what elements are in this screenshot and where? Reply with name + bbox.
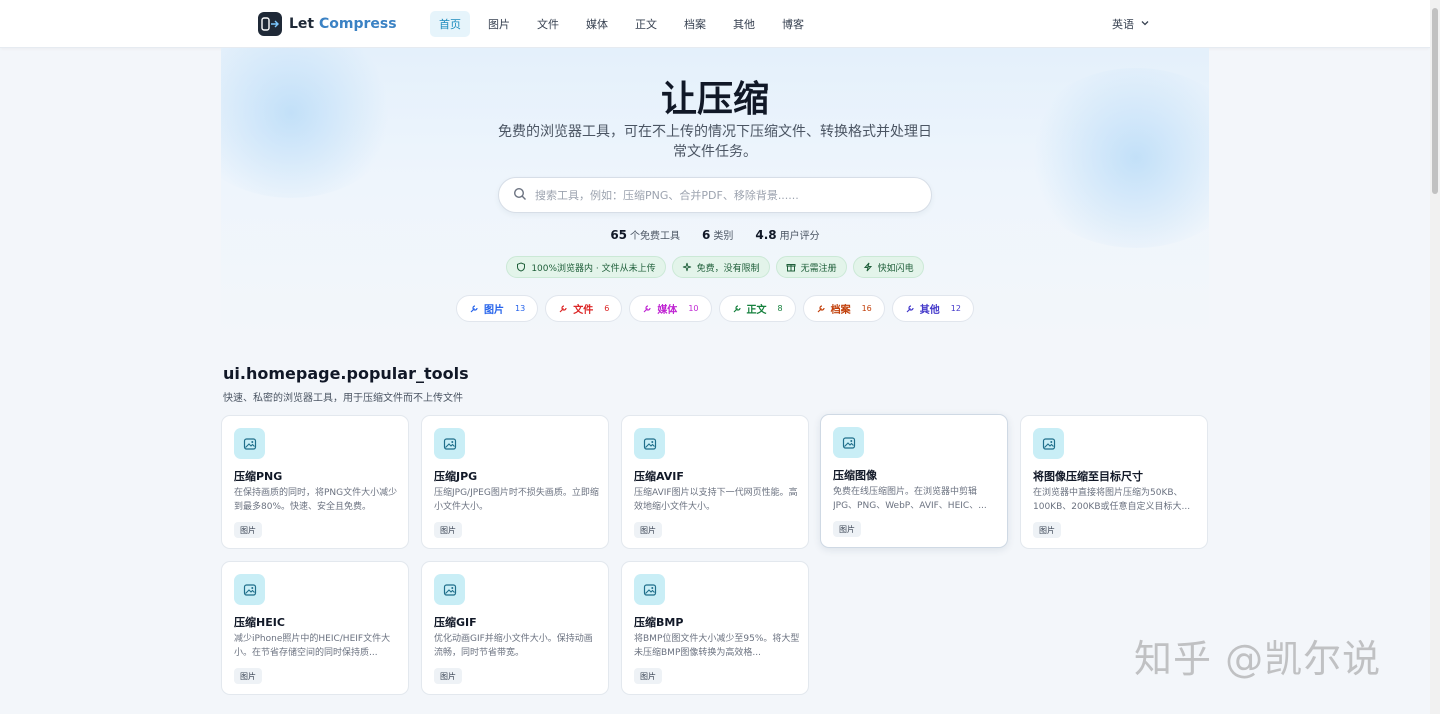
tool-card-title: 压缩BMP bbox=[634, 616, 684, 629]
category-other[interactable]: 其他 12 bbox=[891, 295, 974, 322]
section-title: ui.homepage.popular_tools bbox=[223, 364, 469, 383]
tool-card-tag: 图片 bbox=[234, 522, 262, 538]
nav-other[interactable]: 其他 bbox=[724, 11, 764, 37]
watermark-text: 知乎 @凯尔说 bbox=[1134, 637, 1382, 681]
logo-icon bbox=[258, 12, 282, 36]
tool-search-box[interactable] bbox=[498, 177, 932, 213]
tool-card-description: 压缩AVIF图片以支持下一代网页性能。高效地缩小文件大小。 bbox=[634, 488, 798, 512]
category-media[interactable]: 媒体 10 bbox=[629, 295, 712, 322]
section-subtitle: 快速、私密的浏览器工具，用于压缩文件而不上传文件 bbox=[223, 393, 463, 404]
tool-card-compress-avif[interactable]: 压缩AVIF 压缩AVIF图片以支持下一代网页性能。高效地缩小文件大小。 图片 bbox=[621, 415, 809, 549]
language-selector[interactable]: 英语 bbox=[1112, 16, 1150, 32]
tool-card-description: 将BMP位图文件大小减少至95%。将大型未压缩BMP图像转换为高效格... bbox=[634, 634, 800, 658]
nav-files[interactable]: 文件 bbox=[528, 11, 568, 37]
tool-card-title: 压缩GIF bbox=[434, 616, 477, 629]
tool-card-description: 在保持画质的同时，将PNG文件大小减少到最多80%。快速、安全且免费。 bbox=[234, 488, 398, 512]
stat-categories: 6 类别 bbox=[702, 228, 734, 242]
tool-card-description: 在浏览器中直接将图片压缩为50KB、100KB、200KB或任意自定义目标大..… bbox=[1033, 488, 1191, 512]
tool-card-title: 压缩JPG bbox=[434, 470, 478, 483]
category-text[interactable]: 正文 8 bbox=[718, 295, 796, 322]
main-nav: 首页 图片 文件 媒体 正文 档案 其他 博客 bbox=[430, 11, 813, 37]
tool-card-tag: 图片 bbox=[434, 668, 462, 684]
nav-media[interactable]: 媒体 bbox=[577, 11, 617, 37]
category-files[interactable]: 文件 6 bbox=[545, 295, 623, 322]
logo-text: Let Compress bbox=[289, 16, 397, 32]
image-icon bbox=[634, 574, 665, 605]
tool-card-description: 优化动画GIF并缩小文件大小。保持动画流畅，同时节省带宽。 bbox=[434, 634, 593, 658]
search-input[interactable] bbox=[535, 188, 915, 202]
tool-card-compress-bmp[interactable]: 压缩BMP 将BMP位图文件大小减少至95%。将大型未压缩BMP图像转换为高效格… bbox=[621, 561, 809, 695]
tool-card-compress-heic[interactable]: 压缩HEIC 减少iPhone照片中的HEIC/HEIF文件大小。在节省存储空间… bbox=[221, 561, 409, 695]
image-icon bbox=[234, 428, 265, 459]
tool-card-title: 将图像压缩至目标尺寸 bbox=[1033, 470, 1143, 483]
nav-blog[interactable]: 博客 bbox=[773, 11, 813, 37]
stat-rating: 4.8 用户评分 bbox=[755, 228, 820, 242]
scrollbar-thumb[interactable] bbox=[1432, 8, 1438, 194]
lightning-icon bbox=[863, 262, 872, 272]
tool-card-title: 压缩AVIF bbox=[634, 470, 684, 483]
site-logo[interactable]: Let Compress bbox=[258, 12, 397, 36]
tool-card-description: 压缩JPG/JPEG图片时不损失画质。立即缩小文件大小。 bbox=[434, 488, 599, 512]
tool-card-compress-to-size[interactable]: 将图像压缩至目标尺寸 在浏览器中直接将图片压缩为50KB、100KB、200KB… bbox=[1020, 415, 1208, 549]
badge-fast: 快如闪电 bbox=[852, 256, 924, 278]
tool-card-tag: 图片 bbox=[234, 668, 262, 684]
badge-free: 免费，没有限制 bbox=[671, 256, 770, 278]
image-icon bbox=[833, 427, 864, 458]
hero-title: 让压缩 bbox=[660, 79, 769, 120]
shield-icon bbox=[517, 262, 526, 272]
category-images[interactable]: 图片 13 bbox=[456, 295, 539, 322]
wrench-icon bbox=[470, 304, 478, 312]
wrench-icon bbox=[817, 304, 825, 312]
gift-icon bbox=[786, 264, 796, 272]
tool-card-title: 压缩图像 bbox=[833, 469, 877, 482]
tool-card-compress-gif[interactable]: 压缩GIF 优化动画GIF并缩小文件大小。保持动画流畅，同时节省带宽。 图片 bbox=[421, 561, 609, 695]
tool-card-tag: 图片 bbox=[833, 521, 861, 537]
hero-subtitle: 免费的浏览器工具，可在不上传的情况下压缩文件、转换格式并处理日常文件任务。 bbox=[498, 124, 932, 160]
wrench-icon bbox=[733, 304, 741, 312]
wrench-icon bbox=[559, 304, 567, 312]
nav-home[interactable]: 首页 bbox=[430, 11, 470, 37]
feature-badges: 100%浏览器内 · 文件从未上传 免费，没有限制 无需注册 快如闪电 bbox=[221, 256, 1209, 278]
badge-no-signup: 无需注册 bbox=[775, 256, 847, 278]
tool-card-description: 免费在线压缩图片。在浏览器中剪辑JPG、PNG、WebP、AVIF、HEIC、.… bbox=[833, 487, 987, 511]
image-icon bbox=[434, 428, 465, 459]
image-icon bbox=[234, 574, 265, 605]
top-navbar: Let Compress 首页 图片 文件 媒体 正文 档案 其他 博客 英语 bbox=[0, 0, 1430, 48]
tool-card-description: 减少iPhone照片中的HEIC/HEIF文件大小。在节省存储空间的同时保持质.… bbox=[234, 634, 391, 658]
nav-text[interactable]: 正文 bbox=[626, 11, 666, 37]
chevron-down-icon bbox=[1140, 18, 1150, 31]
nav-archive[interactable]: 档案 bbox=[675, 11, 715, 37]
tool-card-tag: 图片 bbox=[434, 522, 462, 538]
tool-card-compress-jpg[interactable]: 压缩JPG 压缩JPG/JPEG图片时不损失画质。立即缩小文件大小。 图片 bbox=[421, 415, 609, 549]
search-icon bbox=[513, 186, 527, 205]
sparkle-icon bbox=[682, 262, 691, 272]
tool-card-title: 压缩PNG bbox=[234, 470, 283, 483]
hero-section: 让压缩 免费的浏览器工具，可在不上传的情况下压缩文件、转换格式并处理日常文件任务… bbox=[221, 48, 1209, 338]
tool-card-tag: 图片 bbox=[634, 668, 662, 684]
language-label: 英语 bbox=[1112, 18, 1134, 31]
tool-card-title: 压缩HEIC bbox=[234, 616, 285, 629]
tool-card-compress-image[interactable]: 压缩图像 免费在线压缩图片。在浏览器中剪辑JPG、PNG、WebP、AVIF、H… bbox=[820, 414, 1008, 548]
page-scrollbar[interactable] bbox=[1430, 0, 1440, 714]
tool-card-compress-png[interactable]: 压缩PNG 在保持画质的同时，将PNG文件大小减少到最多80%。快速、安全且免费… bbox=[221, 415, 409, 549]
nav-images[interactable]: 图片 bbox=[479, 11, 519, 37]
tool-card-tag: 图片 bbox=[634, 522, 662, 538]
badge-in-browser: 100%浏览器内 · 文件从未上传 bbox=[506, 256, 666, 278]
tool-card-tag: 图片 bbox=[1033, 522, 1061, 538]
category-pills: 图片 13 文件 6 媒体 10 正文 8 档案 16 其他 12 bbox=[221, 295, 1209, 322]
wrench-icon bbox=[643, 304, 651, 312]
image-icon bbox=[1033, 428, 1064, 459]
image-icon bbox=[434, 574, 465, 605]
category-archive[interactable]: 档案 16 bbox=[802, 295, 885, 322]
wrench-icon bbox=[906, 304, 914, 312]
stats-row: 65 个免费工具 6 类别 4.8 用户评分 bbox=[221, 227, 1209, 242]
image-icon bbox=[634, 428, 665, 459]
stat-tools: 65 个免费工具 bbox=[610, 228, 681, 242]
